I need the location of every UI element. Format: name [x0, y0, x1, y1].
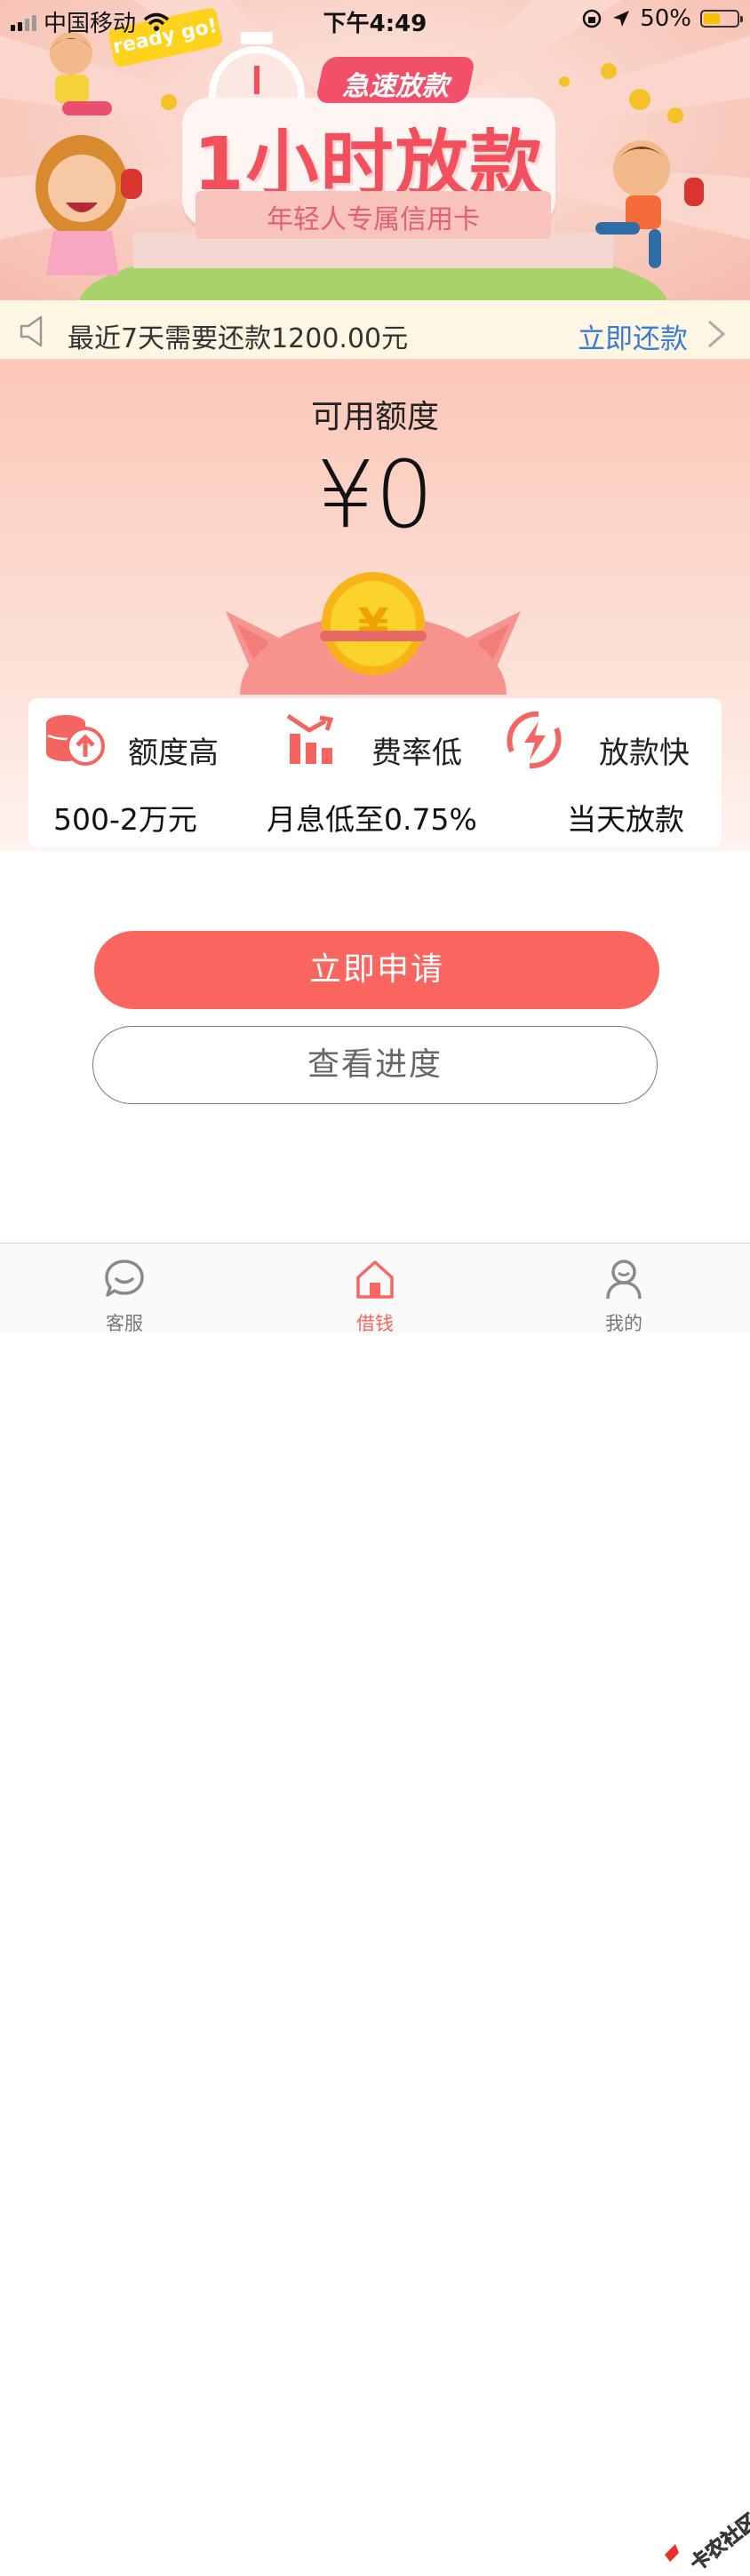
check-progress-button[interactable]: 查看进度	[92, 1026, 658, 1104]
quota-section: 可用额度 ¥0 ¥ 额度高 500-2万元 费率低 月息低至0.75% 放款快 …	[0, 359, 750, 851]
status-bar: 中国移动 下午4:49 50%	[0, 0, 750, 39]
feature-high-quota-desc: 500-2万元	[53, 802, 197, 837]
svg-text:¥: ¥	[358, 599, 389, 650]
boy-character-icon	[50, 32, 112, 115]
feature-fast-loan-desc: 当天放款	[567, 802, 684, 837]
battery-fill	[704, 13, 720, 24]
watermark-logo: 卡农社区	[665, 2509, 750, 2576]
promo-banner[interactable]: 急速放款 1小时放款 年轻人专属信用卡 ready go!	[0, 0, 750, 300]
tab-borrow[interactable]: 借钱	[304, 1244, 446, 1334]
status-right: 50%	[581, 5, 743, 32]
feature-high-quota-title: 额度高	[128, 735, 219, 771]
battery-icon	[700, 10, 743, 28]
battery-percent: 50%	[640, 5, 691, 32]
piggy-bank-icon: ¥	[226, 572, 521, 695]
location-icon	[613, 11, 630, 27]
features-card: 额度高 500-2万元 费率低 月息低至0.75% 放款快 当天放款	[28, 698, 722, 847]
svg-text:卡农社区: 卡农社区	[686, 2509, 750, 2576]
repay-now-link[interactable]: 立即还款	[578, 316, 688, 356]
banner-tag: 急速放款	[342, 71, 449, 102]
available-quota-value: ¥0	[315, 441, 435, 549]
chat-icon	[105, 1260, 144, 1297]
feature-low-rate-desc: 月息低至0.75%	[267, 802, 477, 837]
user-icon	[606, 1260, 642, 1300]
home-icon	[356, 1260, 394, 1299]
feature-fast-loan-title: 放款快	[599, 735, 690, 771]
banner-subtitle: 年轻人专属信用卡	[267, 204, 480, 235]
orientation-lock-icon	[582, 9, 602, 28]
repayment-notice[interactable]: 最近7天需要还款1200.00元 立即还款	[0, 300, 750, 359]
lightning-icon	[507, 711, 562, 769]
girl-character-icon	[36, 135, 142, 275]
bar-down-icon	[286, 713, 334, 764]
notice-text: 最近7天需要还款1200.00元	[68, 323, 409, 354]
chevron-right-icon[interactable]	[706, 318, 727, 350]
coins-up-icon	[46, 715, 105, 766]
tab-bar: 客服 借钱 我的 卡农社区	[0, 1243, 750, 2576]
speaker-icon	[20, 315, 43, 347]
feature-low-rate-title: 费率低	[371, 735, 462, 771]
tab-customer-service[interactable]: 客服	[53, 1244, 195, 1334]
tab-mine[interactable]: 我的	[553, 1244, 695, 1334]
running-boy-icon	[595, 140, 704, 268]
available-quota-label: 可用额度	[310, 399, 439, 435]
apply-now-button[interactable]: 立即申请	[94, 931, 659, 1009]
